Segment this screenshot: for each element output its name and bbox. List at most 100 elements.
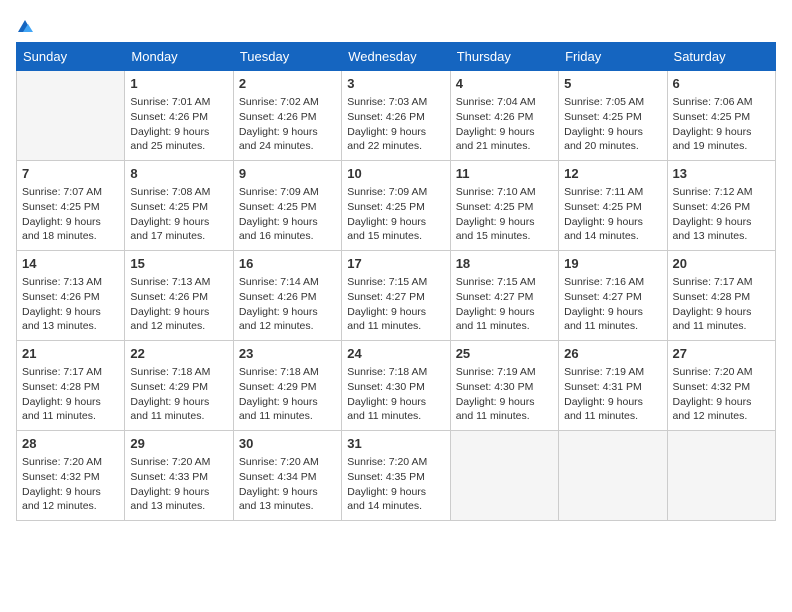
day-number: 8	[130, 165, 227, 183]
weekday-header-thursday: Thursday	[450, 43, 558, 71]
day-number: 27	[673, 345, 770, 363]
week-row-5: 28 Sunrise: 7:20 AMSunset: 4:32 PMDayligh…	[17, 431, 776, 521]
day-number: 3	[347, 75, 444, 93]
day-cell	[667, 431, 775, 521]
day-info: Sunrise: 7:01 AMSunset: 4:26 PMDaylight:…	[130, 95, 227, 154]
logo-icon	[16, 18, 34, 34]
day-number: 21	[22, 345, 119, 363]
day-info: Sunrise: 7:20 AMSunset: 4:33 PMDaylight:…	[130, 455, 227, 514]
day-number: 15	[130, 255, 227, 273]
day-cell: 27Sunrise: 7:20 AMSunset: 4:32 PMDayligh…	[667, 341, 775, 431]
day-cell: 16 Sunrise: 7:14 AMSunset: 4:26 PMDayligh…	[233, 251, 341, 341]
day-info: Sunrise: 7:20 AMSunset: 4:35 PMDaylight:…	[347, 455, 444, 514]
day-cell: 3 Sunrise: 7:03 AMSunset: 4:26 PMDaylight…	[342, 71, 450, 161]
day-info: Sunrise: 7:13 AMSunset: 4:26 PMDaylight:…	[130, 275, 227, 334]
day-cell: 26 Sunrise: 7:19 AMSunset: 4:31 PMDayligh…	[559, 341, 667, 431]
day-info: Sunrise: 7:05 AMSunset: 4:25 PMDaylight:…	[564, 95, 661, 154]
weekday-header-friday: Friday	[559, 43, 667, 71]
day-info: Sunrise: 7:11 AMSunset: 4:25 PMDaylight:…	[564, 185, 661, 244]
weekday-header-row: SundayMondayTuesdayWednesdayThursdayFrid…	[17, 43, 776, 71]
day-info: Sunrise: 7:14 AMSunset: 4:26 PMDaylight:…	[239, 275, 336, 334]
day-info: Sunrise: 7:09 AMSunset: 4:25 PMDaylight:…	[239, 185, 336, 244]
day-number: 1	[130, 75, 227, 93]
day-info: Sunrise: 7:10 AMSunset: 4:25 PMDaylight:…	[456, 185, 553, 244]
week-row-4: 21 Sunrise: 7:17 AMSunset: 4:28 PMDayligh…	[17, 341, 776, 431]
day-cell: 28 Sunrise: 7:20 AMSunset: 4:32 PMDayligh…	[17, 431, 125, 521]
weekday-header-monday: Monday	[125, 43, 233, 71]
day-info: Sunrise: 7:20 AMSunset: 4:32 PMDaylight:…	[22, 455, 119, 514]
day-cell: 11 Sunrise: 7:10 AMSunset: 4:25 PMDayligh…	[450, 161, 558, 251]
day-cell: 6Sunrise: 7:06 AMSunset: 4:25 PMDaylight…	[667, 71, 775, 161]
day-number: 19	[564, 255, 661, 273]
day-number: 16	[239, 255, 336, 273]
day-number: 18	[456, 255, 553, 273]
day-cell: 8 Sunrise: 7:08 AMSunset: 4:25 PMDaylight…	[125, 161, 233, 251]
day-number: 12	[564, 165, 661, 183]
day-cell: 21 Sunrise: 7:17 AMSunset: 4:28 PMDayligh…	[17, 341, 125, 431]
day-cell: 2 Sunrise: 7:02 AMSunset: 4:26 PMDaylight…	[233, 71, 341, 161]
week-row-3: 14 Sunrise: 7:13 AMSunset: 4:26 PMDayligh…	[17, 251, 776, 341]
day-number: 2	[239, 75, 336, 93]
day-cell: 5 Sunrise: 7:05 AMSunset: 4:25 PMDaylight…	[559, 71, 667, 161]
weekday-header-tuesday: Tuesday	[233, 43, 341, 71]
day-cell: 15 Sunrise: 7:13 AMSunset: 4:26 PMDayligh…	[125, 251, 233, 341]
day-cell	[17, 71, 125, 161]
logo	[16, 16, 34, 34]
day-cell: 23 Sunrise: 7:18 AMSunset: 4:29 PMDayligh…	[233, 341, 341, 431]
day-number: 24	[347, 345, 444, 363]
day-info: Sunrise: 7:15 AMSunset: 4:27 PMDaylight:…	[456, 275, 553, 334]
weekday-header-wednesday: Wednesday	[342, 43, 450, 71]
day-info: Sunrise: 7:09 AMSunset: 4:25 PMDaylight:…	[347, 185, 444, 244]
day-cell: 1 Sunrise: 7:01 AMSunset: 4:26 PMDaylight…	[125, 71, 233, 161]
day-info: Sunrise: 7:18 AMSunset: 4:30 PMDaylight:…	[347, 365, 444, 424]
day-info: Sunrise: 7:16 AMSunset: 4:27 PMDaylight:…	[564, 275, 661, 334]
day-number: 9	[239, 165, 336, 183]
day-info: Sunrise: 7:17 AMSunset: 4:28 PMDaylight:…	[22, 365, 119, 424]
day-cell: 4 Sunrise: 7:04 AMSunset: 4:26 PMDaylight…	[450, 71, 558, 161]
day-info: Sunrise: 7:07 AMSunset: 4:25 PMDaylight:…	[22, 185, 119, 244]
day-number: 28	[22, 435, 119, 453]
day-info: Sunrise: 7:04 AMSunset: 4:26 PMDaylight:…	[456, 95, 553, 154]
weekday-header-sunday: Sunday	[17, 43, 125, 71]
day-cell: 12 Sunrise: 7:11 AMSunset: 4:25 PMDayligh…	[559, 161, 667, 251]
header	[16, 16, 776, 34]
day-number: 26	[564, 345, 661, 363]
day-number: 7	[22, 165, 119, 183]
day-number: 4	[456, 75, 553, 93]
day-cell: 10Sunrise: 7:09 AMSunset: 4:25 PMDayligh…	[342, 161, 450, 251]
day-cell: 14 Sunrise: 7:13 AMSunset: 4:26 PMDayligh…	[17, 251, 125, 341]
day-info: Sunrise: 7:13 AMSunset: 4:26 PMDaylight:…	[22, 275, 119, 334]
week-row-2: 7 Sunrise: 7:07 AMSunset: 4:25 PMDaylight…	[17, 161, 776, 251]
day-cell: 7 Sunrise: 7:07 AMSunset: 4:25 PMDaylight…	[17, 161, 125, 251]
day-cell: 9 Sunrise: 7:09 AMSunset: 4:25 PMDaylight…	[233, 161, 341, 251]
day-cell: 20Sunrise: 7:17 AMSunset: 4:28 PMDayligh…	[667, 251, 775, 341]
day-cell: 30 Sunrise: 7:20 AMSunset: 4:34 PMDayligh…	[233, 431, 341, 521]
day-cell: 22Sunrise: 7:18 AMSunset: 4:29 PMDayligh…	[125, 341, 233, 431]
day-number: 25	[456, 345, 553, 363]
day-number: 11	[456, 165, 553, 183]
day-info: Sunrise: 7:06 AMSunset: 4:25 PMDaylight:…	[673, 95, 770, 154]
weekday-header-saturday: Saturday	[667, 43, 775, 71]
day-info: Sunrise: 7:18 AMSunset: 4:29 PMDaylight:…	[239, 365, 336, 424]
day-cell: 19 Sunrise: 7:16 AMSunset: 4:27 PMDayligh…	[559, 251, 667, 341]
day-number: 14	[22, 255, 119, 273]
day-number: 30	[239, 435, 336, 453]
day-number: 23	[239, 345, 336, 363]
day-cell: 17Sunrise: 7:15 AMSunset: 4:27 PMDayligh…	[342, 251, 450, 341]
day-info: Sunrise: 7:20 AMSunset: 4:34 PMDaylight:…	[239, 455, 336, 514]
day-cell: 18 Sunrise: 7:15 AMSunset: 4:27 PMDayligh…	[450, 251, 558, 341]
day-cell: 24 Sunrise: 7:18 AMSunset: 4:30 PMDayligh…	[342, 341, 450, 431]
day-number: 22	[130, 345, 227, 363]
day-info: Sunrise: 7:19 AMSunset: 4:30 PMDaylight:…	[456, 365, 553, 424]
day-cell: 29Sunrise: 7:20 AMSunset: 4:33 PMDayligh…	[125, 431, 233, 521]
day-info: Sunrise: 7:19 AMSunset: 4:31 PMDaylight:…	[564, 365, 661, 424]
day-info: Sunrise: 7:03 AMSunset: 4:26 PMDaylight:…	[347, 95, 444, 154]
week-row-1: 1 Sunrise: 7:01 AMSunset: 4:26 PMDaylight…	[17, 71, 776, 161]
day-info: Sunrise: 7:08 AMSunset: 4:25 PMDaylight:…	[130, 185, 227, 244]
day-number: 5	[564, 75, 661, 93]
day-cell	[559, 431, 667, 521]
calendar-table: SundayMondayTuesdayWednesdayThursdayFrid…	[16, 42, 776, 521]
day-number: 13	[673, 165, 770, 183]
day-number: 31	[347, 435, 444, 453]
day-info: Sunrise: 7:02 AMSunset: 4:26 PMDaylight:…	[239, 95, 336, 154]
